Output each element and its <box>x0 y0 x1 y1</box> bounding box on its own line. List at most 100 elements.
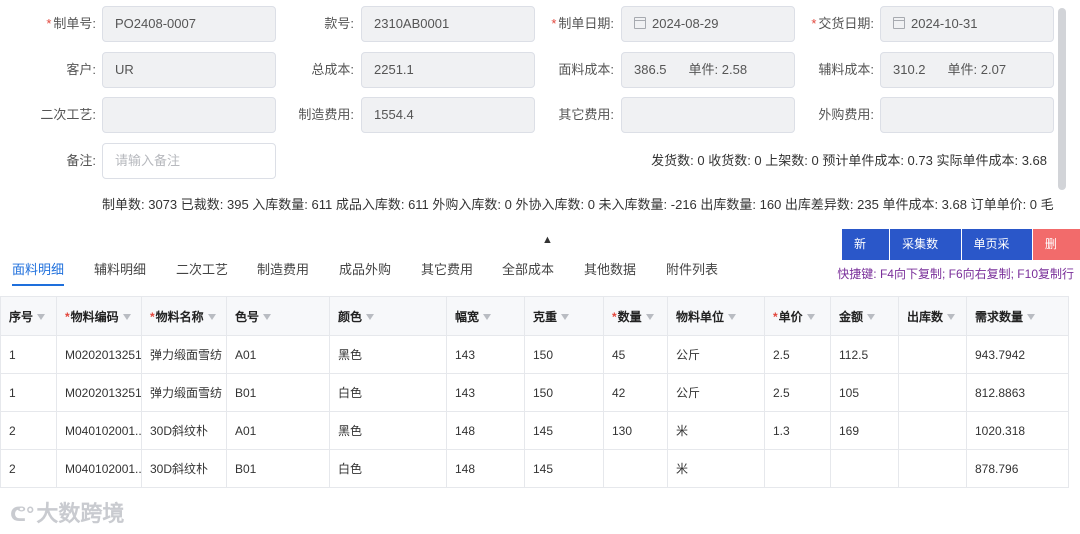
column-header[interactable]: 物料单位 <box>667 296 765 336</box>
table-cell[interactable]: 弹力缎面雪纺 <box>141 373 227 412</box>
table-cell[interactable]: 1.3 <box>764 411 831 450</box>
column-header[interactable]: 需求数量 <box>966 296 1069 336</box>
table-cell[interactable]: 2.5 <box>764 335 831 374</box>
filter-icon[interactable] <box>947 314 956 321</box>
table-cell[interactable]: 878.796 <box>966 449 1069 488</box>
tab-attachments[interactable]: 附件列表 <box>666 258 718 288</box>
table-row[interactable]: 2 M040102001... 30D斜纹朴 B01 白色 148 145 米 878.796 <box>0 449 1069 488</box>
tab-manufacturing-cost[interactable]: 制造费用 <box>257 258 309 288</box>
filter-icon[interactable] <box>207 314 216 321</box>
table-cell[interactable]: 白色 <box>329 373 447 412</box>
column-header[interactable]: *物料编码 <box>56 296 142 336</box>
manufacturing-cost-field[interactable]: 1554.4 <box>361 97 535 133</box>
table-cell[interactable]: 943.7942 <box>966 335 1069 374</box>
table-cell[interactable]: M0202013251 <box>56 373 142 412</box>
table-cell[interactable]: 2 <box>0 411 57 450</box>
table-cell[interactable] <box>898 411 967 450</box>
table-cell[interactable]: 169 <box>830 411 899 450</box>
table-cell[interactable]: 米 <box>667 449 765 488</box>
table-cell[interactable]: 150 <box>524 335 604 374</box>
table-cell[interactable]: 45 <box>603 335 668 374</box>
tab-secondary-process[interactable]: 二次工艺 <box>176 258 228 288</box>
filter-icon[interactable] <box>122 314 131 321</box>
filter-icon[interactable] <box>806 314 815 321</box>
table-cell[interactable]: 2 <box>0 449 57 488</box>
table-cell[interactable]: 白色 <box>329 449 447 488</box>
filter-icon[interactable] <box>645 314 654 321</box>
column-header[interactable]: 颜色 <box>329 296 447 336</box>
table-cell[interactable] <box>898 449 967 488</box>
table-cell[interactable]: 1020.318 <box>966 411 1069 450</box>
table-cell[interactable]: 112.5 <box>830 335 899 374</box>
table-cell[interactable]: 1 <box>0 335 57 374</box>
table-cell[interactable] <box>603 449 668 488</box>
table-cell[interactable]: 148 <box>446 411 525 450</box>
table-cell[interactable]: M0202013251 <box>56 335 142 374</box>
collapse-arrow-icon[interactable]: ▲ <box>542 234 553 246</box>
table-cell[interactable] <box>898 335 967 374</box>
remark-input[interactable]: 请输入备注 <box>102 143 276 179</box>
table-cell[interactable]: 143 <box>446 335 525 374</box>
table-cell[interactable]: 弹力缎面雪纺 <box>141 335 227 374</box>
table-cell[interactable]: 105 <box>830 373 899 412</box>
table-cell[interactable]: 148 <box>446 449 525 488</box>
table-cell[interactable] <box>764 449 831 488</box>
delete-button[interactable]: 删除 <box>1032 229 1080 282</box>
table-row[interactable]: 1 M0202013251 弹力缎面雪纺 B01 白色 143 150 42 公斤 2.5 105 8… <box>0 373 1069 412</box>
tab-all-cost[interactable]: 全部成本 <box>502 258 554 288</box>
table-cell[interactable]: B01 <box>226 373 330 412</box>
tab-other-cost[interactable]: 其它费用 <box>421 258 473 288</box>
table-cell[interactable]: 1 <box>0 373 57 412</box>
filter-icon[interactable] <box>728 314 737 321</box>
table-cell[interactable]: 米 <box>667 411 765 450</box>
table-cell[interactable]: 143 <box>446 373 525 412</box>
table-cell[interactable]: 公斤 <box>667 335 765 374</box>
order-date-field[interactable]: 2024-08-29 <box>621 6 795 42</box>
column-header[interactable]: *单价 <box>764 296 831 336</box>
column-header[interactable]: *数量 <box>603 296 668 336</box>
column-header[interactable]: 克重 <box>524 296 604 336</box>
vertical-scrollbar[interactable] <box>1058 8 1066 190</box>
table-cell[interactable]: 150 <box>524 373 604 412</box>
table-cell[interactable]: M040102001... <box>56 449 142 488</box>
table-cell[interactable]: A01 <box>226 411 330 450</box>
table-cell[interactable] <box>898 373 967 412</box>
filter-icon[interactable] <box>263 314 272 321</box>
tab-accessory-detail[interactable]: 辅料明细 <box>94 258 146 288</box>
secondary-process-field[interactable] <box>102 97 276 133</box>
table-cell[interactable]: A01 <box>226 335 330 374</box>
table-cell[interactable]: 30D斜纹朴 <box>141 411 227 450</box>
page-collect-button[interactable]: 单页采集 <box>961 229 1033 282</box>
table-cell[interactable]: 2.5 <box>764 373 831 412</box>
filter-icon[interactable] <box>483 314 492 321</box>
column-header[interactable]: 金额 <box>830 296 899 336</box>
column-header[interactable]: *物料名称 <box>141 296 227 336</box>
table-cell[interactable]: M040102001... <box>56 411 142 450</box>
table-cell[interactable] <box>830 449 899 488</box>
table-cell[interactable]: 145 <box>524 449 604 488</box>
add-button[interactable]: 新增 <box>842 229 891 282</box>
table-cell[interactable]: 黑色 <box>329 335 447 374</box>
filter-icon[interactable] <box>867 314 876 321</box>
table-cell[interactable]: B01 <box>226 449 330 488</box>
tab-outsourced-goods[interactable]: 成品外购 <box>339 258 391 288</box>
total-cost-field[interactable]: 2251.1 <box>361 52 535 88</box>
filter-icon[interactable] <box>37 314 46 321</box>
tab-other-data[interactable]: 其他数据 <box>584 258 636 288</box>
column-header[interactable]: 色号 <box>226 296 330 336</box>
table-cell[interactable]: 130 <box>603 411 668 450</box>
table-cell[interactable]: 42 <box>603 373 668 412</box>
style-no-field[interactable]: 2310AB0001 <box>361 6 535 42</box>
collect-data-button[interactable]: 采集数据 <box>890 229 962 282</box>
table-cell[interactable]: 812.8863 <box>966 373 1069 412</box>
accessory-cost-field[interactable]: 310.2 单件: 2.07 <box>880 52 1054 88</box>
table-cell[interactable]: 公斤 <box>667 373 765 412</box>
other-cost-field[interactable] <box>621 97 795 133</box>
column-header[interactable]: 出库数 <box>898 296 967 336</box>
tab-fabric-detail[interactable]: 面料明细 <box>12 258 65 288</box>
table-cell[interactable]: 30D斜纹朴 <box>141 449 227 488</box>
column-header[interactable]: 序号 <box>0 296 57 336</box>
order-no-field[interactable]: PO2408-0007 <box>102 6 276 42</box>
fabric-cost-field[interactable]: 386.5 单件: 2.58 <box>621 52 795 88</box>
outsourcing-cost-field[interactable] <box>880 97 1054 133</box>
